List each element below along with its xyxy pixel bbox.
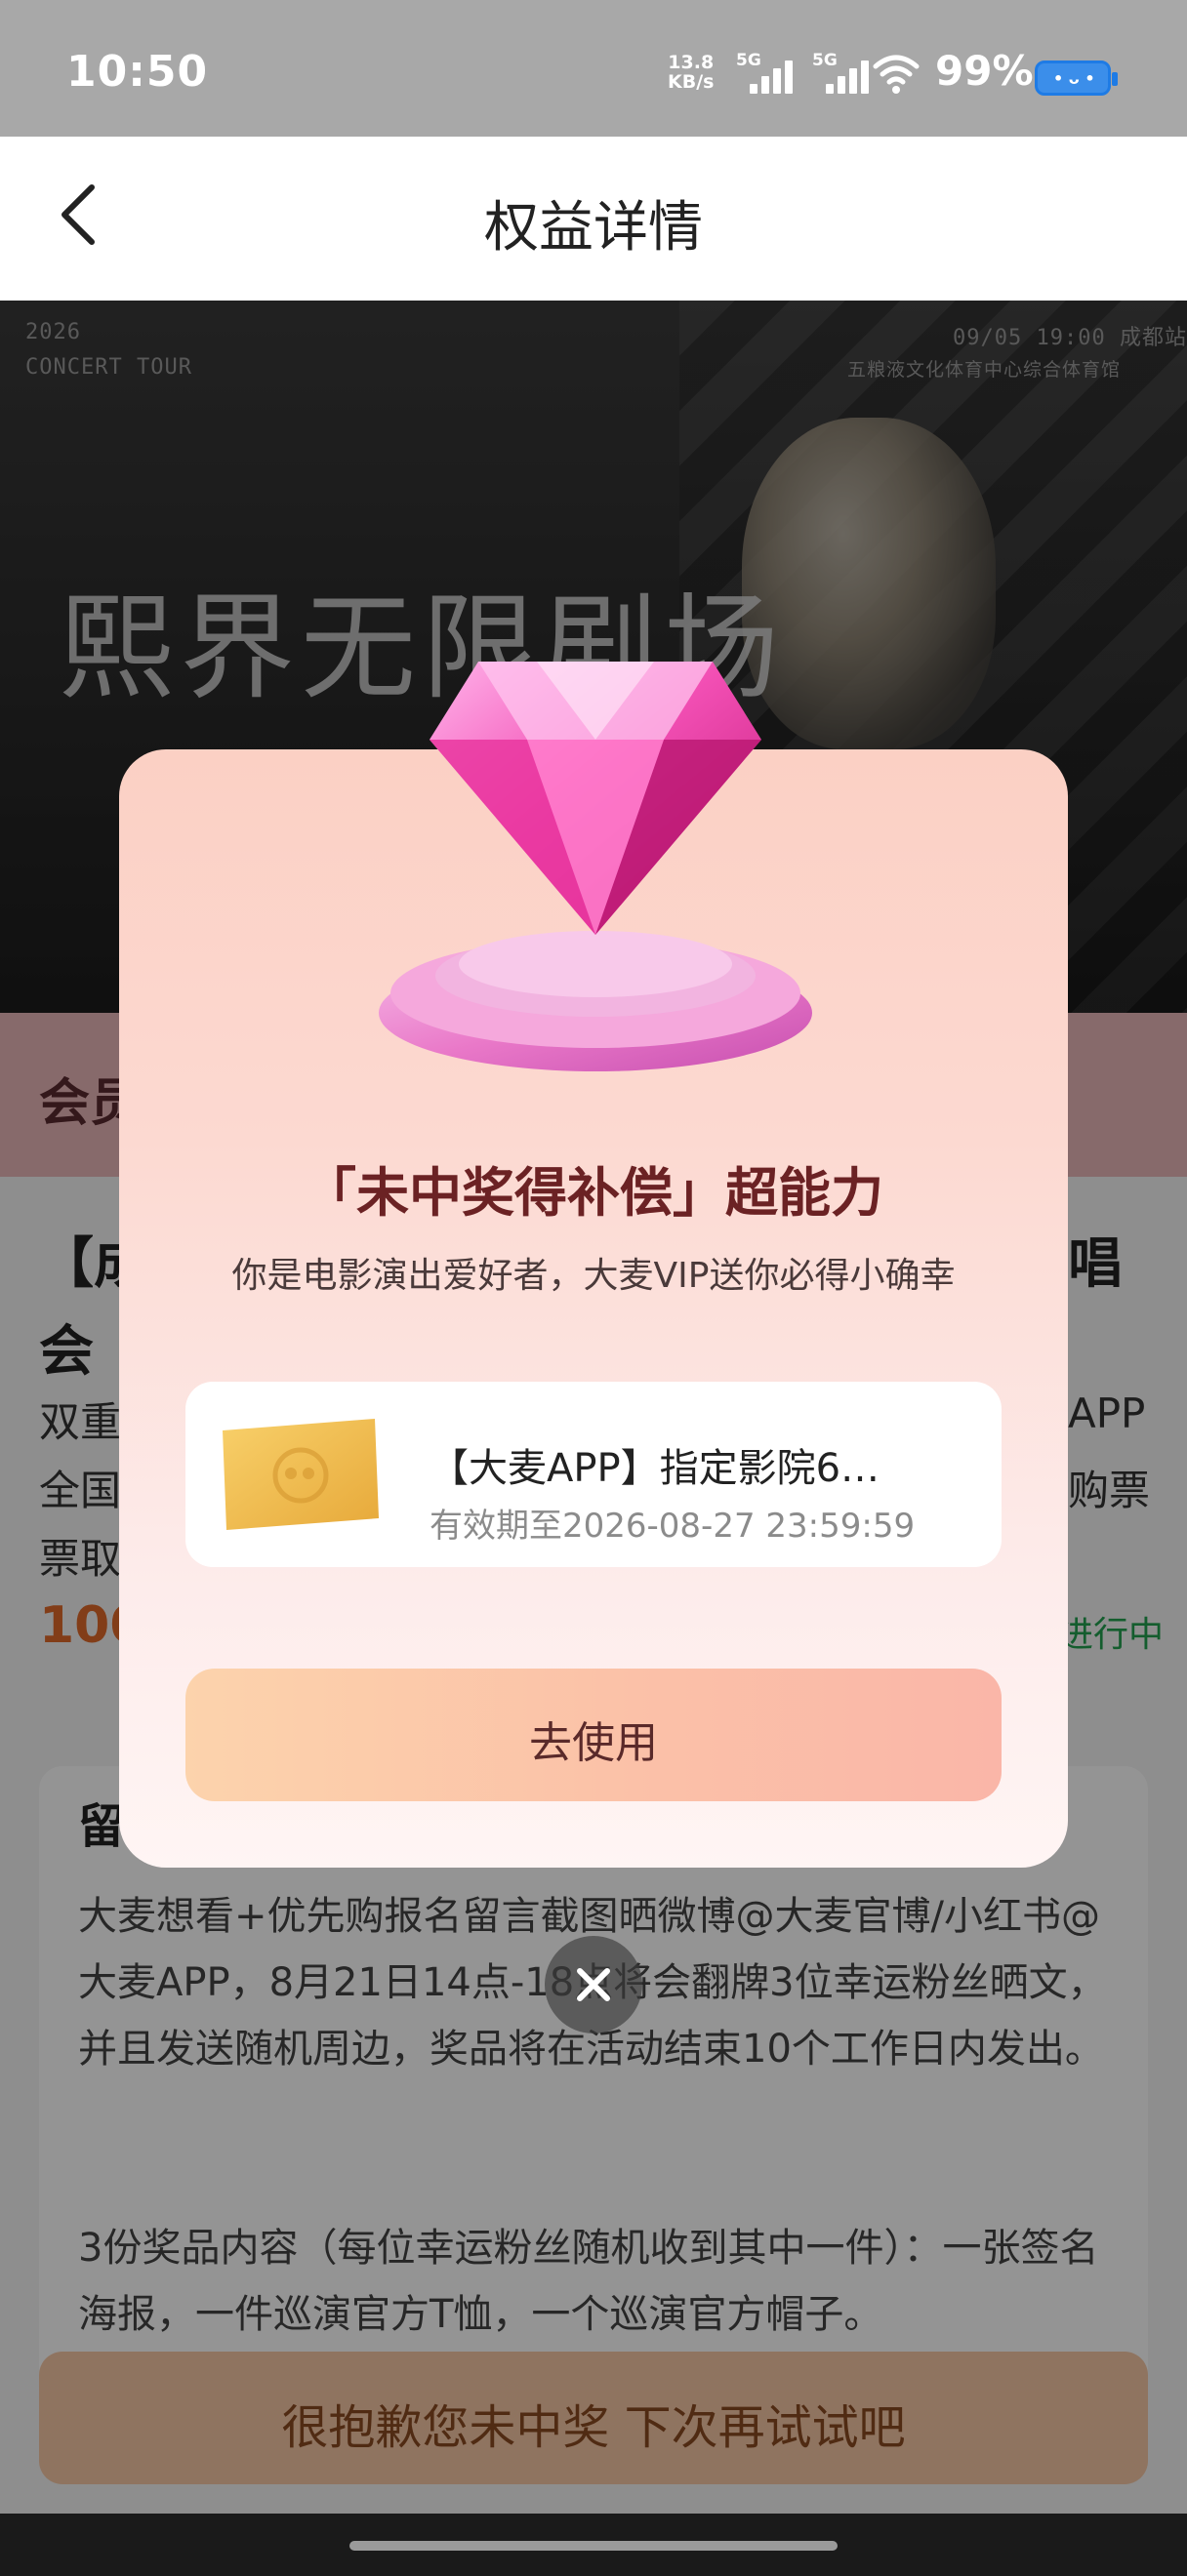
network-speed-unit: KB/s xyxy=(668,71,715,93)
cell-signal-icon xyxy=(750,60,795,94)
coupon-card[interactable]: 【大麦APP】指定影院6… 有效期至2026-08-27 23:59:59 xyxy=(185,1382,1002,1567)
gesture-nav-bar xyxy=(0,2514,1187,2576)
status-time: 10:50 xyxy=(66,47,209,97)
battery-icon: • ᴗ • xyxy=(1035,60,1118,96)
wifi-icon xyxy=(873,55,920,94)
top-nav: 权益详情 xyxy=(0,137,1187,301)
modal-subtitle: 你是电影演出爱好者，大麦VIP送你必得小确幸 xyxy=(231,1256,956,1296)
page-title: 权益详情 xyxy=(484,196,703,260)
coupon-name: 【大麦APP】指定影院6… xyxy=(430,1446,880,1491)
status-bar: 10:50 13.8 KB/s 5G 5G 99% • ᴗ • xyxy=(0,0,1187,137)
close-modal-button[interactable] xyxy=(545,1936,642,2033)
network-speed: 13.8 KB/s xyxy=(668,53,714,92)
use-coupon-label: 去使用 xyxy=(529,1718,658,1768)
battery-percent: 99% xyxy=(935,47,1034,95)
network-speed-value: 13.8 xyxy=(668,52,715,73)
ticket-icon xyxy=(223,1419,379,1530)
coupon-expiry: 有效期至2026-08-27 23:59:59 xyxy=(430,1507,916,1546)
modal-title: 「未中奖得补偿」超能力 xyxy=(304,1162,883,1224)
diamond-illustration xyxy=(379,662,812,1071)
close-icon xyxy=(577,1968,610,2001)
use-coupon-button[interactable]: 去使用 xyxy=(185,1669,1002,1801)
gesture-pill[interactable] xyxy=(349,2541,838,2551)
cell-signal-icon-2 xyxy=(826,60,871,94)
